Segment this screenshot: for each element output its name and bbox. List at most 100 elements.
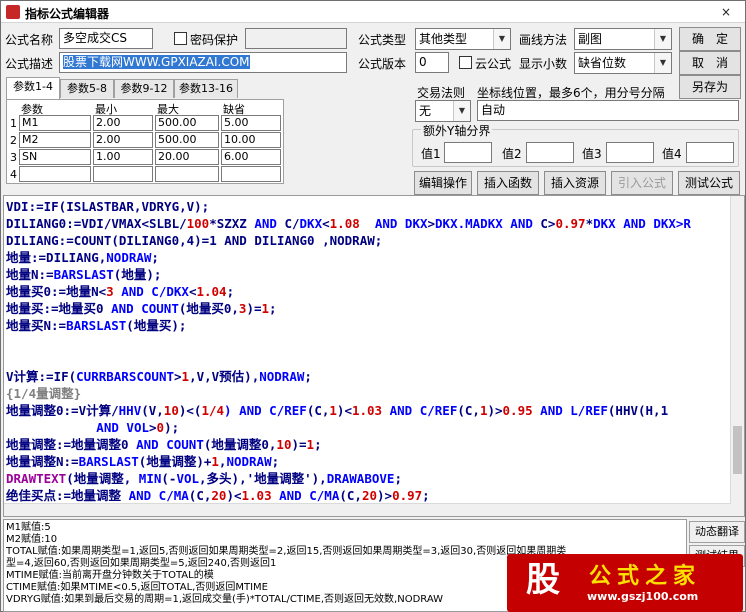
param-name-cell[interactable] — [19, 166, 91, 182]
chevron-down-icon: ▼ — [493, 29, 510, 49]
code-line: 地量调整:=地量调整0 AND COUNT(地量调整0,10)=1; — [6, 436, 322, 454]
code-token: HHV — [118, 403, 142, 418]
import-formula-button[interactable]: 引入公式 — [611, 171, 673, 195]
code-token: 1.08 — [329, 216, 360, 231]
code-token: 100 — [186, 216, 210, 231]
close-icon[interactable]: × — [717, 3, 735, 21]
code-token: DILIANG:=COUNT(DILIANG0,4)=1 AND DILIANG… — [6, 233, 383, 248]
vertical-scrollbar[interactable] — [730, 196, 744, 516]
code-editor[interactable]: VDI:=IF(ISLASTBAR,VDRYG,V); DILIANG0:=VDI… — [3, 195, 745, 517]
value2-input[interactable] — [526, 142, 574, 163]
tab-params-1-4[interactable]: 参数1-4 — [6, 77, 60, 99]
code-token: 地量买N:= — [6, 318, 67, 333]
tab-params-9-12[interactable]: 参数9-12 — [114, 79, 174, 98]
logo-url: www.gszj100.com — [587, 590, 699, 603]
param-default-cell[interactable]: 10.00 — [221, 132, 281, 148]
code-token: 3 — [106, 284, 114, 299]
password-label: 密码保护 — [190, 33, 239, 47]
param-max-cell[interactable] — [155, 166, 219, 182]
insert-function-button[interactable]: 插入函数 — [477, 171, 539, 195]
code-token: ; — [226, 284, 235, 299]
param-max-cell[interactable]: 20.00 — [155, 149, 219, 165]
code-token: DRAWABOVE — [326, 471, 395, 486]
scrollbar-thumb[interactable] — [733, 426, 742, 474]
formula-version-label: 公式版本 — [358, 57, 407, 71]
param-name-cell[interactable]: SN — [19, 149, 91, 165]
value1-input[interactable] — [444, 142, 492, 163]
cancel-button[interactable]: 取 消 — [679, 51, 741, 75]
code-token: AND COUNT — [136, 437, 204, 452]
trade-rule-select[interactable]: 无 ▼ — [415, 100, 471, 122]
param-min-cell[interactable] — [93, 166, 153, 182]
draw-method-select[interactable]: 副图 ▼ — [574, 28, 672, 50]
formula-type-value: 其他类型 — [419, 32, 468, 46]
decimal-select[interactable]: 缺省位数 ▼ — [574, 52, 672, 74]
ok-button[interactable]: 确 定 — [679, 27, 741, 51]
code-token: > — [149, 420, 157, 435]
password-input[interactable] — [245, 28, 347, 49]
param-default-cell[interactable]: 5.00 — [221, 115, 281, 131]
code-token: 绝佳买点:=地量调整 — [6, 488, 129, 503]
param-min-cell[interactable]: 2.00 — [93, 132, 153, 148]
info-line: 型=4,返回60,否则返回如果周期类型=5,返回240,否则返回1 — [6, 558, 277, 569]
code-token: )<( — [178, 403, 202, 418]
chevron-down-icon: ▼ — [453, 101, 470, 121]
code-line: 地量买0:=地量N<3 AND C/DKX<1.04; — [6, 283, 234, 301]
code-token: )> — [487, 403, 503, 418]
code-token: )= — [246, 301, 262, 316]
dynamic-translate-button[interactable]: 动态翻译 — [689, 521, 745, 543]
title-bar: 指标公式编辑器 × — [1, 1, 745, 23]
formula-type-select[interactable]: 其他类型 ▼ — [415, 28, 511, 50]
formula-version-input[interactable]: 0 — [415, 52, 449, 73]
value3-input[interactable] — [606, 142, 654, 163]
param-min-cell[interactable]: 1.00 — [93, 149, 153, 165]
code-line: 地量调整N:=BARSLAST(地量调整)+1,NODRAW; — [6, 453, 279, 471]
extra-y-axis-title: 额外Y轴分界 — [421, 122, 493, 139]
code-token: 1 — [306, 437, 315, 452]
formula-desc-input[interactable]: 股票下载网WWW.GPXIAZAI.COM — [59, 52, 347, 73]
value1-label: 值1 — [421, 147, 441, 161]
param-default-cell[interactable] — [221, 166, 281, 182]
code-token: 20 — [211, 488, 227, 503]
param-min-cell[interactable]: 2.00 — [93, 115, 153, 131]
code-token: DKX>R — [653, 216, 691, 231]
logo-title: 公式之家 — [589, 564, 702, 589]
param-max-cell[interactable]: 500.00 — [155, 132, 219, 148]
code-token: REF — [434, 403, 458, 418]
code-token: ,多头),'地量调整'), — [199, 471, 327, 486]
param-default-cell[interactable]: 6.00 — [221, 149, 281, 165]
code-token: 0 — [156, 420, 165, 435]
info-line: M2赋值:10 — [6, 534, 58, 545]
code-line: 地量买:=地量买0 AND COUNT(地量买0,3)=1; — [6, 300, 277, 318]
code-token: (C, — [306, 403, 330, 418]
code-token: ; — [422, 488, 430, 503]
code-token: 地量调整:=地量调整0 — [6, 437, 137, 452]
value3-label: 值3 — [582, 147, 602, 161]
code-token: VOL — [126, 420, 149, 435]
value4-input[interactable] — [686, 142, 734, 163]
code-token: C> — [540, 216, 556, 231]
code-token: ) AND C/ — [224, 403, 285, 418]
axis-position-input[interactable]: 自动 — [477, 100, 739, 121]
trade-rule-value: 无 — [419, 104, 432, 118]
param-name-cell[interactable]: M2 — [19, 132, 91, 148]
code-token: V计算:=IF( — [6, 369, 77, 384]
save-as-button[interactable]: 另存为 — [679, 75, 741, 99]
test-formula-button[interactable]: 测试公式 — [678, 171, 740, 195]
code-token: (- — [161, 471, 177, 486]
cloud-formula-checkbox[interactable] — [459, 56, 472, 69]
edit-operations-button[interactable]: 编辑操作 — [414, 171, 472, 195]
tab-params-5-8[interactable]: 参数5-8 — [60, 79, 114, 98]
insert-resource-button[interactable]: 插入资源 — [544, 171, 606, 195]
code-line: {1/4量调整} — [6, 385, 81, 403]
formula-name-input[interactable]: 多空成交CS — [59, 28, 153, 49]
param-name-cell[interactable]: M1 — [19, 115, 91, 131]
param-max-cell[interactable]: 500.00 — [155, 115, 219, 131]
code-token: 地量N:= — [6, 267, 54, 282]
password-checkbox[interactable] — [174, 32, 187, 45]
tab-params-13-16[interactable]: 参数13-16 — [174, 79, 238, 98]
code-token: C/ — [284, 216, 300, 231]
horizontal-scrollbar[interactable] — [4, 503, 731, 516]
param-row-number: 2 — [10, 134, 17, 147]
cloud-formula-label: 云公式 — [475, 57, 512, 71]
